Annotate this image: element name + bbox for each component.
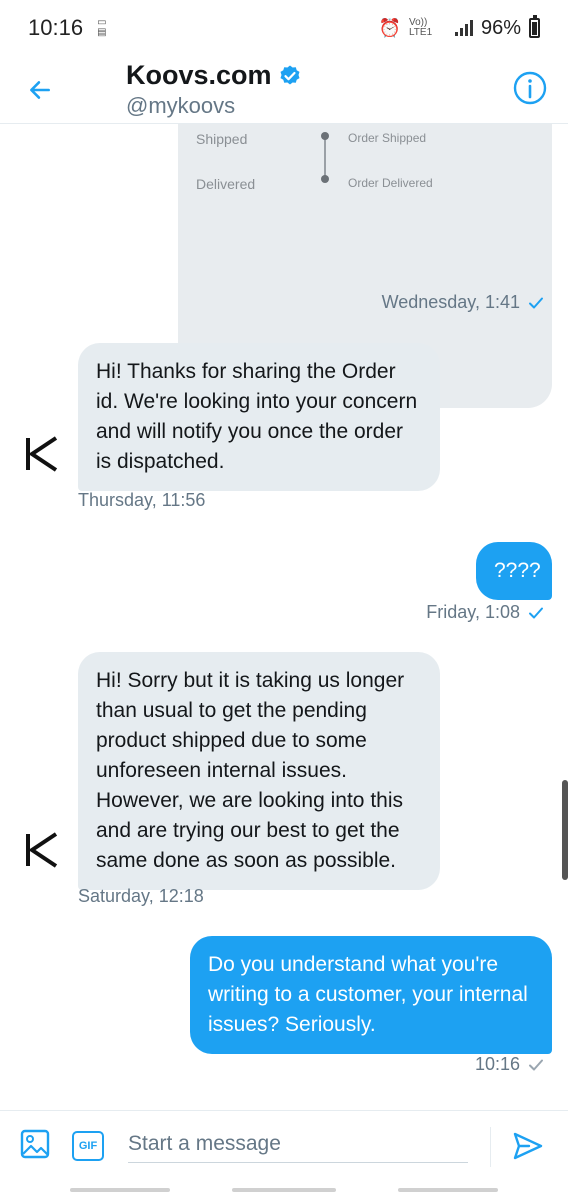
alarm-icon: ⏰: [378, 17, 401, 38]
message-feed[interactable]: Shipped Order Shipped Delivered Order De…: [0, 124, 568, 1110]
outgoing-message[interactable]: ????: [476, 542, 552, 600]
image-icon[interactable]: [20, 1129, 50, 1159]
nav-recents-pill[interactable]: [398, 1188, 498, 1192]
conversation-header: Koovs.com @mykoovs: [0, 56, 568, 124]
battery-percent: 96%: [480, 16, 521, 39]
timestamp-text: Friday, 1:08: [426, 602, 520, 622]
timestamp-text: 10:16: [474, 1054, 520, 1074]
conversation-title: Koovs.com: [126, 60, 272, 90]
scrollbar-thumb[interactable]: [562, 780, 568, 880]
gif-button[interactable]: GIF: [72, 1131, 104, 1161]
tracking-label: Delivered: [196, 176, 256, 192]
message-timestamp: Wednesday, 1:41: [382, 292, 544, 313]
back-arrow-icon: [30, 80, 50, 99]
checkmark-icon: [529, 607, 543, 618]
message-text: Do you understand what you're writing to…: [208, 953, 528, 1036]
message-text: Hi! Thanks for sharing the Order id. We'…: [96, 360, 418, 473]
incoming-message[interactable]: Hi! Sorry but it is taking us longer tha…: [78, 652, 440, 890]
back-button[interactable]: [0, 56, 80, 124]
tracking-description: Order Delivered: [348, 176, 433, 190]
network-label: Vo)) LTE1: [408, 17, 433, 38]
send-icon[interactable]: [512, 1131, 544, 1161]
status-bar: 10:16 ▭ ▤ ⏰ Vo)) LTE1 96%: [0, 0, 568, 56]
tracking-dot: [321, 132, 329, 140]
timestamp-text: Thursday, 11:56: [78, 490, 206, 510]
info-icon: [513, 71, 547, 105]
tracking-line: [324, 134, 326, 180]
battery-icon: [529, 15, 540, 38]
k-logo-icon[interactable]: [22, 434, 62, 474]
message-timestamp: Saturday, 12:18: [78, 886, 204, 907]
signal-icon: [454, 20, 473, 36]
conversation-handle: @mykoovs: [126, 93, 236, 118]
message-text: ????: [494, 559, 541, 582]
tracking-description: Order Shipped: [348, 131, 427, 145]
message-text: Hi! Sorry but it is taking us longer tha…: [96, 669, 405, 872]
verified-badge-icon: [280, 65, 300, 84]
outgoing-message[interactable]: Do you understand what you're writing to…: [190, 936, 552, 1054]
tracking-dot: [321, 175, 329, 183]
gif-icon: GIF: [78, 1140, 98, 1152]
incoming-message[interactable]: Hi! Thanks for sharing the Order id. We'…: [78, 343, 440, 491]
message-timestamp: Friday, 1:08: [426, 602, 544, 623]
info-button[interactable]: [512, 70, 548, 106]
profile-link[interactable]: Koovs.com @mykoovs: [126, 60, 302, 119]
message-timestamp: Thursday, 11:56: [78, 490, 205, 511]
notification-icon: ▭ ▤: [97, 17, 107, 38]
nav-back-pill[interactable]: [70, 1188, 170, 1192]
timestamp-text: Saturday, 12:18: [78, 886, 204, 906]
message-input[interactable]: [128, 1125, 468, 1163]
status-time: 10:16: [28, 15, 84, 40]
nav-home-pill[interactable]: [232, 1188, 336, 1192]
tracking-label: Shipped: [196, 131, 248, 147]
composer-divider: [490, 1127, 491, 1167]
checkmark-icon: [529, 1059, 543, 1070]
k-logo-icon[interactable]: [22, 830, 62, 870]
message-composer: GIF: [0, 1110, 568, 1180]
checkmark-icon: [529, 297, 543, 308]
message-timestamp: 10:16: [475, 1054, 544, 1075]
timestamp-text: Wednesday, 1:41: [381, 292, 520, 312]
system-nav-bar: [0, 1180, 568, 1200]
